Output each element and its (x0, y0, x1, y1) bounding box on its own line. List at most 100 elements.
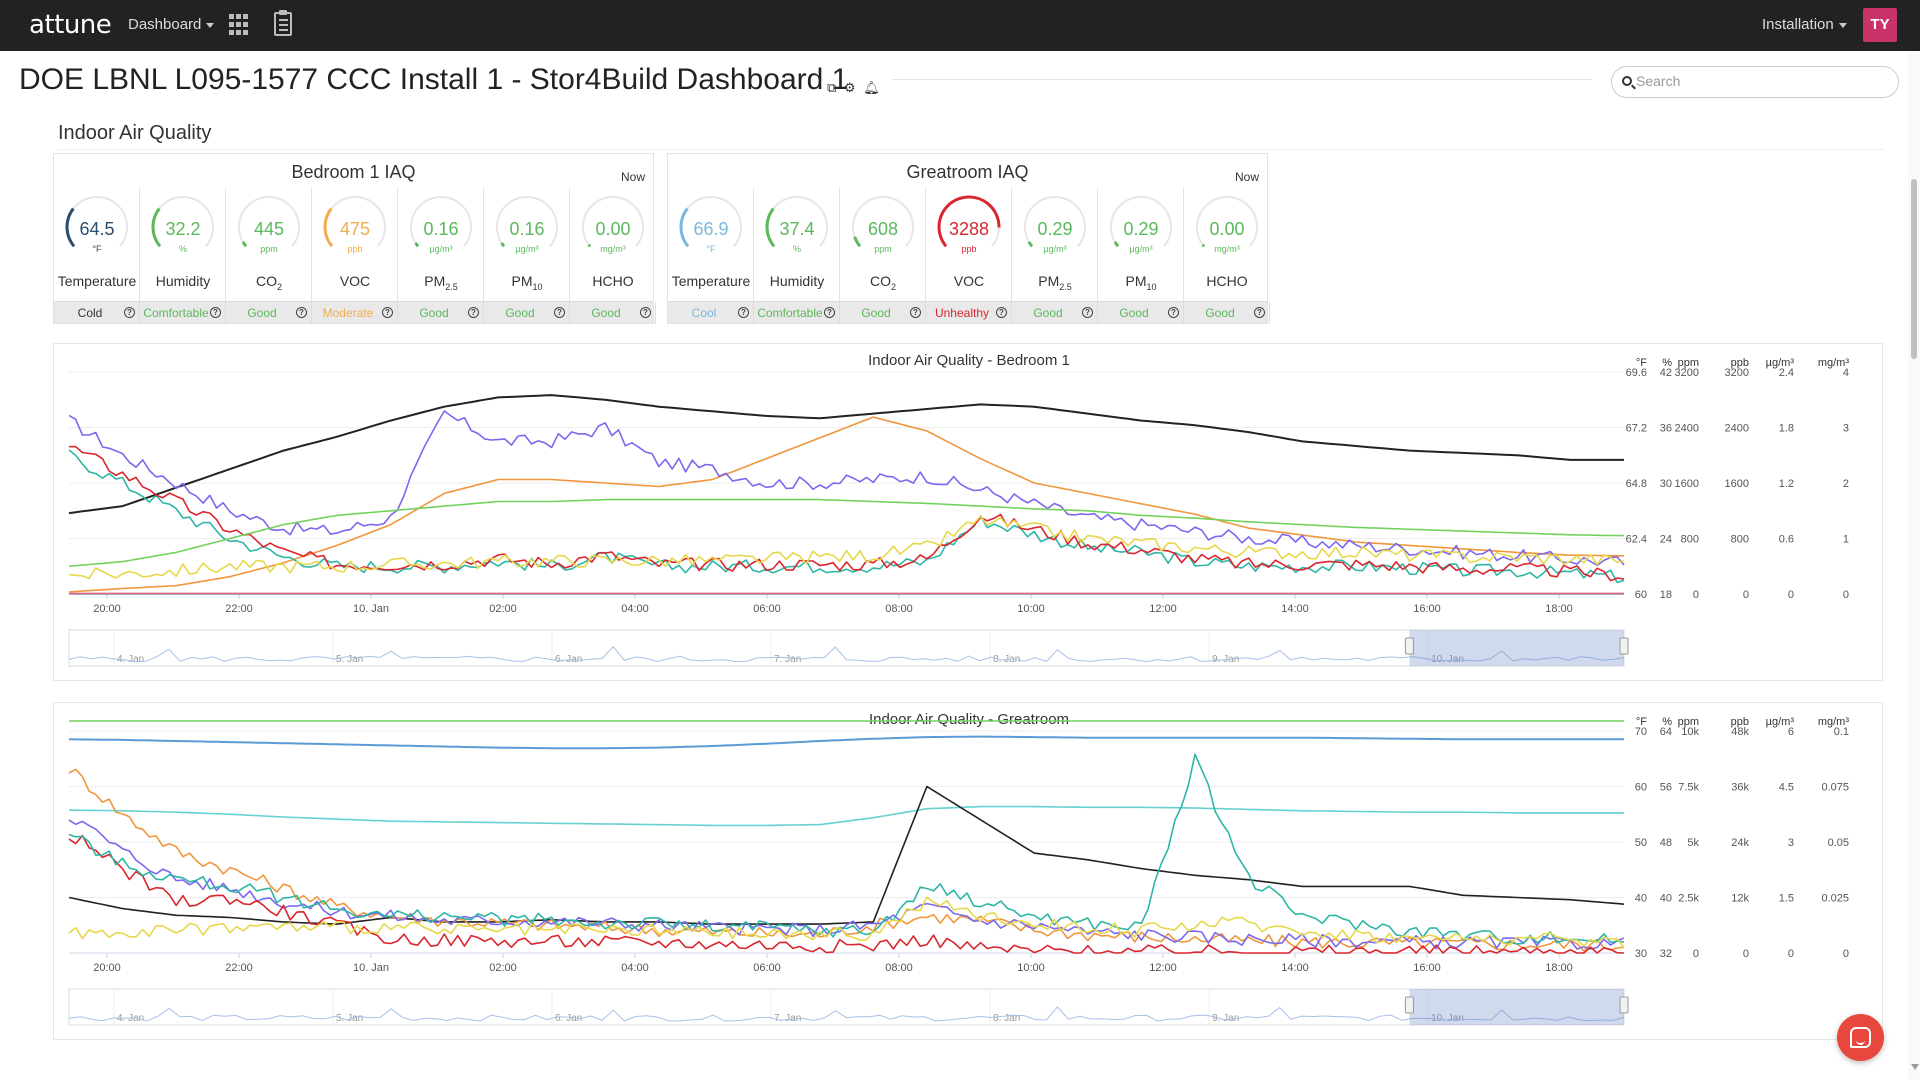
x-tick-label: 02:00 (489, 603, 517, 615)
help-icon[interactable]: ? (910, 307, 921, 318)
help-icon[interactable]: ? (382, 307, 393, 318)
status-text: Moderate (322, 306, 374, 320)
gauge-tile[interactable]: 37.4% Humidity (754, 188, 840, 303)
help-icon[interactable]: ? (210, 307, 221, 318)
gauge-tile[interactable]: 0.00 mg/m³ HCHO (1184, 188, 1270, 303)
series-line[interactable] (68, 785, 1625, 925)
help-icon[interactable]: ? (468, 307, 479, 318)
navigator-handle[interactable] (1404, 637, 1414, 655)
y-tick-label: 40 (1635, 893, 1647, 905)
caret-down-icon (206, 22, 215, 28)
series-line[interactable] (68, 805, 1624, 827)
navigator-selection[interactable] (1409, 630, 1624, 666)
scroll-down-arrow[interactable] (1911, 1064, 1919, 1070)
iaq-chart-greatroom[interactable]: Indoor Air Quality - Greatroom °F70605040… (54, 703, 1884, 1041)
gauge-tile[interactable]: 66.9 °F Temperature (668, 188, 754, 303)
clipboard-icon[interactable] (274, 10, 292, 36)
x-tick-label: 06:00 (753, 603, 781, 615)
y-tick-label: 3200 (1675, 367, 1699, 379)
gauge-tile[interactable]: 0.16 µg/m³ PM10 (484, 188, 570, 303)
brand-logo[interactable]: attune (29, 10, 112, 40)
gauge-tile[interactable]: 0.16 µg/m³ PM2.5 (398, 188, 484, 303)
series-line[interactable] (68, 819, 1625, 950)
x-tick-label: 18:00 (1545, 962, 1573, 974)
x-tick-label: 08:00 (885, 962, 913, 974)
help-icon[interactable]: ? (824, 307, 835, 318)
gauge-tile[interactable]: 608 ppm CO2 (840, 188, 926, 303)
gauge-tile[interactable]: 32.2% Humidity (140, 188, 226, 303)
iaq-chart-bedroom[interactable]: Indoor Air Quality - Bedroom 1 °F69.667.2… (54, 344, 1884, 682)
navigator-handle[interactable] (1404, 996, 1414, 1014)
status-text: Good (861, 306, 891, 320)
series-line[interactable] (68, 753, 1625, 945)
series-line[interactable] (68, 410, 1625, 567)
y-tick-label: 1.5 (1779, 893, 1794, 905)
x-tick-label: 22:00 (225, 603, 253, 615)
navigator-handle[interactable] (1619, 637, 1629, 655)
x-tick-label: 02:00 (489, 962, 517, 974)
help-icon[interactable]: ? (1254, 307, 1265, 318)
copy-icon[interactable]: ⧉ (827, 80, 836, 95)
status-cell: Good? (1184, 302, 1270, 324)
gauge-tile[interactable]: 3288 ppb VOC (926, 188, 1012, 303)
help-icon[interactable]: ? (738, 307, 749, 318)
user-avatar[interactable]: TY (1863, 8, 1897, 42)
gauge-value: 0.29 (1123, 219, 1159, 239)
installation-menu[interactable]: Installation (1762, 16, 1847, 33)
gauge-unit: °F (706, 244, 716, 254)
gear-icon[interactable]: ⚙ (844, 80, 856, 95)
dashboard-menu[interactable]: Dashboard (128, 16, 215, 33)
y-tick-label: 1600 (1725, 478, 1749, 490)
gauge-label-text: PM (511, 273, 533, 289)
gauge-tile[interactable]: 475 ppb VOC (312, 188, 398, 303)
gauge-tile[interactable]: 64.5 °F Temperature (54, 188, 140, 303)
x-tick-label: 10. Jan (353, 962, 389, 974)
gauge-unit: ppb (961, 244, 977, 254)
search-box[interactable] (1611, 66, 1899, 98)
scrollbar-thumb[interactable] (1911, 179, 1917, 359)
help-icon[interactable]: ? (554, 307, 565, 318)
gauge-value: 37.4 (779, 219, 815, 239)
series-line[interactable] (68, 394, 1624, 515)
navigator-selection[interactable] (1409, 989, 1624, 1025)
gauge-tile[interactable]: 0.29 µg/m³ PM2.5 (1012, 188, 1098, 303)
navigator-handle[interactable] (1619, 996, 1629, 1014)
grid-apps-icon[interactable] (229, 14, 249, 36)
gauge-unit: ppm (260, 244, 278, 254)
chat-icon (1850, 1027, 1871, 1048)
help-icon[interactable]: ? (124, 307, 135, 318)
status-cell: Good? (398, 302, 484, 324)
gauge-value: 0.16 (509, 219, 545, 239)
help-icon[interactable]: ? (996, 307, 1007, 318)
gauge-tile[interactable]: 0.29 µg/m³ PM10 (1098, 188, 1184, 303)
y-tick-label: 2.4 (1779, 367, 1794, 379)
help-icon[interactable]: ? (1168, 307, 1179, 318)
bell-icon[interactable]: 🔔︎ (863, 80, 880, 95)
gauge-unit: µg/m³ (429, 244, 453, 254)
chat-button[interactable] (1837, 1014, 1884, 1061)
header-divider (892, 79, 1592, 80)
navigator-track[interactable] (68, 988, 1625, 1026)
navigator-track[interactable] (68, 629, 1625, 667)
series-line[interactable] (68, 735, 1624, 750)
iaq-panel-greatroom: Greatroom IAQ Now 66.9 °F Temperature 37.4%… (667, 153, 1270, 324)
help-icon[interactable]: ? (1082, 307, 1093, 318)
y-tick-label: 48k (1731, 726, 1749, 738)
gauge-tile[interactable]: 445 ppm CO2 (226, 188, 312, 303)
gauge-label-subscript: 10 (1146, 281, 1157, 292)
status-text: Good (419, 306, 449, 320)
gauge-label: HCHO (1184, 273, 1270, 289)
gauge-label-subscript: 2.5 (445, 281, 458, 292)
y-tick-label: 70 (1635, 726, 1647, 738)
help-icon[interactable]: ? (640, 307, 651, 318)
series-line[interactable] (68, 445, 1625, 582)
search-input[interactable] (1636, 73, 1886, 89)
caret-down-icon (1838, 22, 1847, 28)
y-tick-label: 10k (1681, 726, 1699, 738)
page-scrollbar[interactable] (1908, 51, 1920, 1080)
gauge-tile[interactable]: 0.00 mg/m³ HCHO (570, 188, 656, 303)
y-tick-label: 40 (1660, 893, 1672, 905)
y-tick-label: 42 (1660, 367, 1672, 379)
y-tick-label: 60 (1635, 782, 1647, 794)
help-icon[interactable]: ? (296, 307, 307, 318)
